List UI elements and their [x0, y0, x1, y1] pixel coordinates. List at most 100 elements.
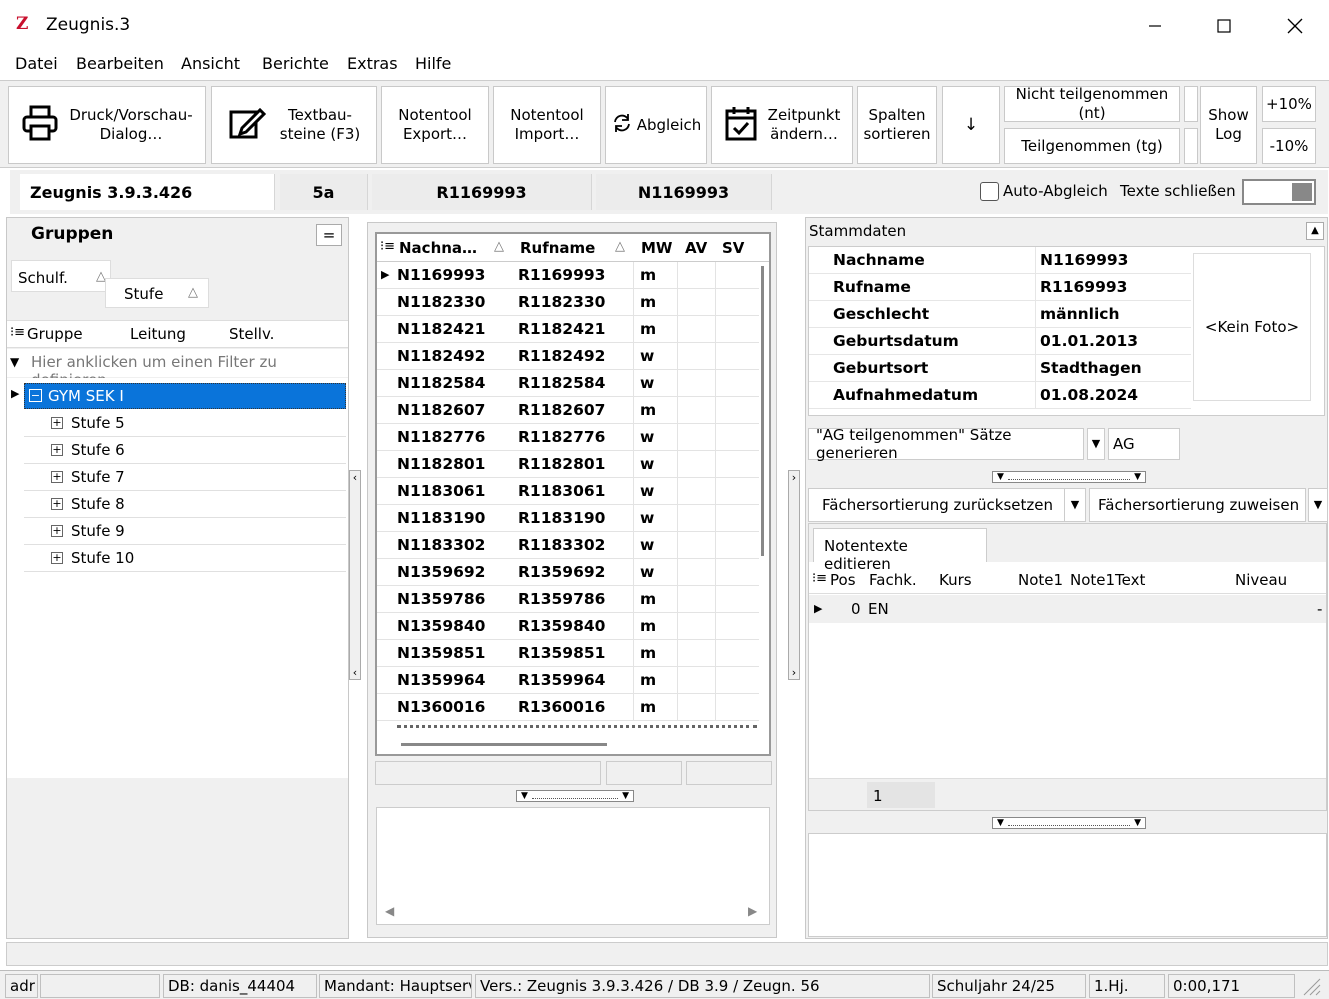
faecher-assign-dropdown-icon[interactable]: ▼ — [1308, 488, 1328, 522]
column-mw[interactable]: MW — [641, 239, 672, 257]
tree-node-stufe[interactable]: + Stufe 7 — [24, 464, 346, 491]
table-row[interactable]: N1359851 R1359851 m — [377, 640, 759, 667]
zoom-plus-button[interactable]: +10% — [1262, 86, 1316, 122]
stammdaten-value[interactable]: R1169993 — [1040, 278, 1127, 296]
menu-berichte[interactable]: Berichte — [262, 54, 329, 73]
tree-node-root[interactable]: − GYM SEK I — [24, 383, 346, 409]
table-row[interactable]: N1182801 R1182801 w — [377, 451, 759, 478]
faecher-row[interactable]: ▶ 0 EN - — [809, 595, 1326, 623]
expand-icon[interactable]: + — [51, 417, 63, 429]
close-icon[interactable] — [1275, 8, 1315, 44]
teilgenommen-button[interactable]: Teilgenommen (tg) — [1004, 128, 1180, 164]
down-arrow-button[interactable]: ↓ — [942, 86, 1000, 164]
column-kurs[interactable]: Kurs — [939, 571, 972, 589]
tree-node-stufe[interactable]: + Stufe 6 — [24, 437, 346, 464]
table-row[interactable]: ▶ N1169993 R1169993 m — [377, 262, 759, 289]
faecher-expand-splitter[interactable]: ▼ ▼ — [992, 817, 1146, 829]
groups-collapse-button[interactable]: = — [316, 224, 342, 246]
tree-node-stufe[interactable]: + Stufe 10 — [24, 545, 346, 572]
abgleich-button[interactable]: Abgleich — [605, 86, 707, 164]
show-log-button[interactable]: Show Log — [1200, 86, 1257, 164]
faecher-reset-dropdown-icon[interactable]: ▼ — [1064, 488, 1086, 522]
faecher-assign-button[interactable]: Fächersortierung zuweisen — [1089, 488, 1306, 522]
column-chooser-icon[interactable]: ⁝≡ — [380, 239, 395, 254]
expand-icon[interactable]: + — [51, 471, 63, 483]
tg-spacer-button[interactable] — [1184, 128, 1198, 164]
expand-icon[interactable]: + — [51, 498, 63, 510]
column-stellv[interactable]: Stellv. — [229, 325, 274, 343]
column-av[interactable]: AV — [685, 239, 707, 257]
menu-hilfe[interactable]: Hilfe — [415, 54, 451, 73]
column-pos[interactable]: Pos — [830, 571, 856, 589]
auto-abgleich-checkbox[interactable] — [980, 182, 999, 201]
vertical-scrollbar[interactable] — [761, 266, 764, 556]
table-row[interactable]: N1359964 R1359964 m — [377, 667, 759, 694]
nicht-teilgenommen-button[interactable]: Nicht teilgenommen (nt) — [1004, 85, 1180, 122]
column-nachname[interactable]: Nachna… — [399, 239, 477, 257]
table-row[interactable]: N1183061 R1183061 w — [377, 478, 759, 505]
column-rufname[interactable]: Rufname — [520, 239, 595, 257]
horizontal-scrollbar[interactable] — [401, 743, 607, 746]
faecher-notes-area[interactable] — [808, 833, 1327, 937]
left-splitter-handle[interactable]: ‹ ‹ — [349, 470, 361, 680]
table-row[interactable]: N1359692 R1359692 w — [377, 559, 759, 586]
tree-node-stufe[interactable]: + Stufe 9 — [24, 518, 346, 545]
menu-bearbeiten[interactable]: Bearbeiten — [76, 54, 164, 73]
table-row[interactable]: N1182776 R1182776 w — [377, 424, 759, 451]
ag-expand-splitter[interactable]: ▼ ▼ — [992, 471, 1146, 483]
table-row[interactable]: N1182330 R1182330 m — [377, 289, 759, 316]
print-preview-button[interactable]: Druck/Vorschau- Dialog… — [8, 86, 206, 164]
stammdaten-value[interactable]: 01.01.2013 — [1040, 332, 1138, 350]
column-gruppe[interactable]: Gruppe — [27, 325, 83, 343]
table-row[interactable]: N1359840 R1359840 m — [377, 613, 759, 640]
table-row[interactable]: N1183190 R1183190 w — [377, 505, 759, 532]
ag-value-field[interactable]: AG — [1108, 428, 1180, 460]
column-niveau[interactable]: Niveau — [1235, 571, 1287, 589]
maximize-icon[interactable] — [1204, 8, 1244, 44]
scroll-right-icon[interactable]: ▶ — [748, 904, 757, 918]
column-chooser-icon[interactable]: ⁝≡ — [812, 571, 827, 586]
ag-dropdown-icon[interactable]: ▼ — [1087, 428, 1105, 460]
right-splitter-handle[interactable]: › › — [788, 470, 800, 680]
menu-datei[interactable]: Datei — [15, 54, 58, 73]
stammdaten-value[interactable]: männlich — [1040, 305, 1120, 323]
stammdaten-value[interactable]: Stadthagen — [1040, 359, 1142, 377]
nt-spacer-button[interactable] — [1184, 86, 1198, 122]
expand-icon[interactable]: + — [51, 444, 63, 456]
tree-node-stufe[interactable]: + Stufe 8 — [24, 491, 346, 518]
collapse-up-icon[interactable]: ▲ — [1306, 222, 1324, 240]
texte-schliessen-toggle[interactable] — [1242, 179, 1316, 205]
zoom-minus-button[interactable]: -10% — [1262, 128, 1316, 164]
notentool-export-button[interactable]: Notentool Export… — [381, 86, 489, 164]
tree-node-stufe[interactable]: + Stufe 5 — [24, 410, 346, 437]
collapse-icon[interactable]: − — [29, 389, 42, 402]
scroll-left-icon[interactable]: ◀ — [385, 904, 394, 918]
filter-row[interactable]: ▼ Hier anklicken um einen Filter zu defi… — [7, 349, 348, 389]
table-row[interactable]: N1183302 R1183302 w — [377, 532, 759, 559]
stammdaten-value[interactable]: N1169993 — [1040, 251, 1128, 269]
minimize-icon[interactable] — [1135, 8, 1175, 44]
expand-icon[interactable]: + — [51, 552, 63, 564]
table-row[interactable]: N1182492 R1182492 w — [377, 343, 759, 370]
tab-notentexte-editieren[interactable]: Notentexte editieren — [813, 528, 987, 573]
menu-ansicht[interactable]: Ansicht — [181, 54, 240, 73]
stammdaten-value[interactable]: 01.08.2024 — [1040, 386, 1138, 404]
table-row[interactable]: N1182607 R1182607 m — [377, 397, 759, 424]
textbausteine-button[interactable]: Textbau-steine (F3) — [211, 86, 377, 164]
table-row[interactable]: N1360016 R1360016 m — [377, 694, 759, 721]
column-sv[interactable]: SV — [722, 239, 744, 257]
zeitpunkt-button[interactable]: Zeitpunkt ändern… — [711, 86, 853, 164]
expand-icon[interactable]: + — [51, 525, 63, 537]
ag-generate-button[interactable]: "AG teilgenommen" Sätze generieren — [808, 426, 1084, 462]
spalten-sortieren-button[interactable]: Spalten sortieren — [857, 86, 937, 164]
menu-extras[interactable]: Extras — [347, 54, 398, 73]
sort-header-stufe[interactable]: Stufe △ — [105, 278, 209, 308]
expand-splitter[interactable]: ▼ ▼ — [516, 790, 634, 802]
column-leitung[interactable]: Leitung — [130, 325, 186, 343]
column-fachk[interactable]: Fachk. — [869, 571, 917, 589]
faecher-reset-button[interactable]: Fächersortierung zurücksetzen — [808, 488, 1066, 522]
column-chooser-icon[interactable]: ⁝≡ — [10, 325, 25, 340]
table-row[interactable]: N1182421 R1182421 m — [377, 316, 759, 343]
table-row[interactable]: N1359786 R1359786 m — [377, 586, 759, 613]
column-note1text[interactable]: Note1Text — [1070, 571, 1145, 589]
